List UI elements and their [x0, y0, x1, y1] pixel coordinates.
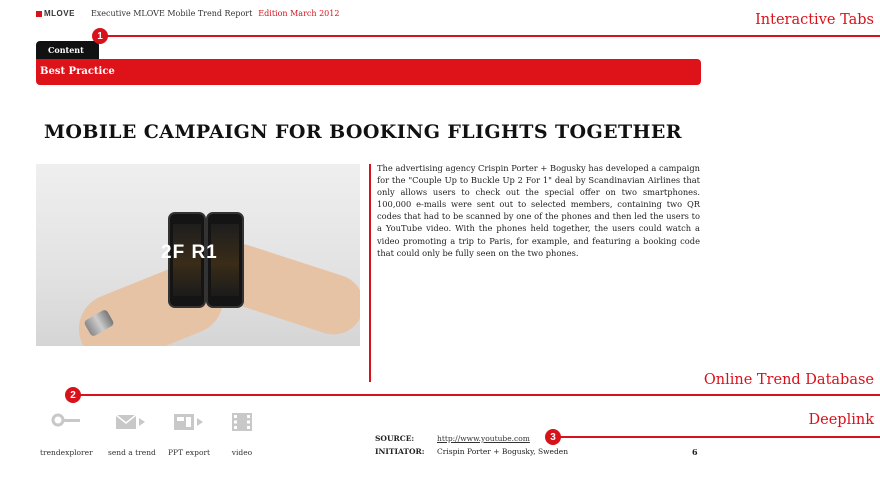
mlove-logo: MLOVE	[36, 9, 75, 18]
video-label: video	[231, 448, 253, 457]
presentation-export-icon	[172, 412, 206, 432]
film-icon	[230, 412, 254, 432]
source-block: SOURCE: http://www.youtube.com INITIATOR:…	[375, 432, 568, 458]
callout-line-1	[99, 35, 880, 37]
trendexplorer-label: trendexplorer	[40, 448, 93, 457]
section-bar[interactable]: Best Practice	[36, 59, 701, 85]
callout-label-2: Online Trend Database	[703, 372, 874, 388]
report-title: Executive MLOVE Mobile Trend Report	[90, 9, 253, 18]
callout-label-3: Deeplink	[808, 412, 874, 428]
source-label: SOURCE:	[375, 434, 415, 443]
send-a-trend-label: send a trend	[108, 448, 156, 457]
callout-line-2	[72, 394, 880, 396]
callout-badge-1: 1	[92, 28, 108, 44]
logo-mark-icon	[36, 10, 42, 17]
send-a-trend-button[interactable]: send a trend	[108, 412, 156, 457]
campaign-photo: 2F R1	[36, 164, 360, 346]
source-link[interactable]: http://www.youtube.com	[437, 434, 530, 443]
initiator-value: Crispin Porter + Bogusky, Sweden	[437, 447, 569, 456]
mail-send-icon	[115, 412, 149, 432]
column-divider	[369, 164, 371, 382]
video-button[interactable]: video	[230, 412, 254, 457]
logo-text: MLOVE	[44, 9, 75, 18]
article-headline: MOBILE CAMPAIGN FOR BOOKING FLIGHTS TOGE…	[44, 121, 682, 143]
initiator-label: INITIATOR:	[375, 447, 425, 456]
phone-screen-text: 2F R1	[161, 242, 218, 263]
article-body: The advertising agency Crispin Porter + …	[377, 163, 700, 258]
callout-badge-2: 2	[65, 387, 81, 403]
callout-line-3	[552, 436, 880, 438]
page-number: 6	[692, 447, 698, 457]
section-title: Best Practice	[40, 66, 115, 77]
trendexplorer-button[interactable]: trendexplorer	[40, 412, 93, 457]
key-icon	[50, 412, 82, 432]
report-header: MLOVE Executive MLOVE Mobile Trend Repor…	[36, 9, 339, 18]
report-edition: Edition March 2012	[258, 9, 340, 18]
callout-label-1: Interactive Tabs	[755, 12, 874, 28]
ppt-export-button[interactable]: PPT export	[168, 412, 210, 457]
tab-content-label: Content	[48, 45, 84, 55]
ppt-export-label: PPT export	[168, 448, 211, 457]
tab-content[interactable]: Content	[36, 41, 99, 59]
